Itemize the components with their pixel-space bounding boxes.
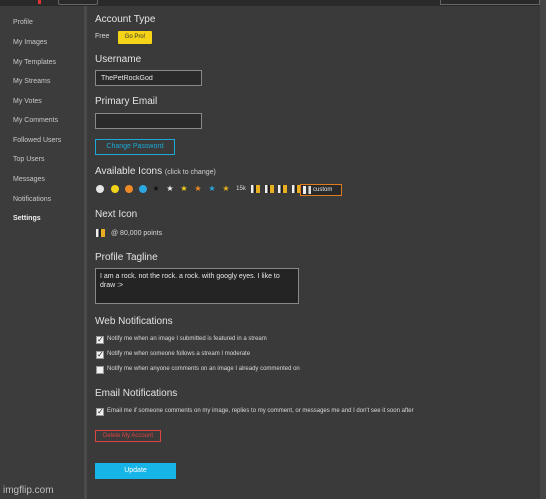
notify-featured-label: Notify me when an image I submitted is f… bbox=[107, 336, 267, 342]
notify-comments-checkbox[interactable] bbox=[96, 366, 104, 374]
notify-follows-checkbox[interactable] bbox=[96, 350, 104, 359]
pixel-art-icon-2[interactable] bbox=[265, 185, 274, 193]
username-field[interactable] bbox=[95, 70, 202, 86]
top-search-box[interactable] bbox=[440, 0, 540, 5]
page-edge bbox=[540, 0, 546, 499]
yellow-circle-icon[interactable] bbox=[111, 185, 119, 193]
sidebar-item-my-images[interactable]: My Images bbox=[13, 39, 47, 46]
next-icon-heading: Next Icon bbox=[95, 209, 138, 220]
sidebar-item-my-templates[interactable]: My Templates bbox=[13, 59, 56, 66]
primary-email-heading: Primary Email bbox=[95, 96, 158, 107]
web-notifications-heading: Web Notifications bbox=[95, 316, 173, 327]
blue-star-icon[interactable]: ★ bbox=[208, 185, 216, 193]
custom-icon-button[interactable]: custom bbox=[300, 184, 342, 196]
settings-sidebar: Profile My Images My Templates My Stream… bbox=[0, 6, 84, 499]
settings-panel: Account Type Free Go Pro! Username Prima… bbox=[87, 6, 540, 499]
black-star-icon[interactable]: ★ bbox=[152, 185, 160, 193]
available-icons-row: ★ ★ ★ ★ ★ ★ 15k bbox=[96, 184, 396, 198]
yellow-star-icon[interactable]: ★ bbox=[180, 185, 188, 193]
go-pro-button[interactable]: Go Pro! bbox=[118, 31, 152, 44]
change-password-button[interactable]: Change Password bbox=[95, 139, 175, 155]
white-circle-icon[interactable] bbox=[96, 185, 104, 193]
profile-tagline-field[interactable]: I am a rock. not the rock. a rock. with … bbox=[95, 268, 299, 304]
username-heading: Username bbox=[95, 54, 142, 65]
account-type-value: Free bbox=[95, 33, 110, 40]
white-star-icon[interactable]: ★ bbox=[166, 185, 174, 193]
custom-pixel-icon bbox=[303, 186, 311, 194]
sidebar-item-settings[interactable]: Settings bbox=[13, 215, 41, 222]
notify-featured-checkbox[interactable] bbox=[96, 335, 104, 344]
sidebar-item-top-users[interactable]: Top Users bbox=[13, 156, 45, 163]
next-icon-preview-icon bbox=[96, 229, 105, 237]
email-notifications-heading: Email Notifications bbox=[95, 388, 178, 399]
notify-comments-label: Notify me when anyone comments on an ima… bbox=[107, 366, 300, 372]
custom-icon-label: custom bbox=[313, 187, 333, 193]
sidebar-item-my-votes[interactable]: My Votes bbox=[13, 98, 42, 105]
sidebar-item-profile[interactable]: Profile bbox=[13, 19, 33, 26]
account-type-heading: Account Type bbox=[95, 14, 156, 25]
email-comments-label: Email me if someone comments on my image… bbox=[107, 408, 414, 414]
pixel-art-icon-3[interactable] bbox=[278, 185, 287, 193]
delete-account-button[interactable]: Delete My Account bbox=[95, 430, 161, 442]
orange-star-icon[interactable]: ★ bbox=[194, 185, 202, 193]
next-icon-points: @ 80,000 points bbox=[111, 230, 163, 237]
profile-tagline-heading: Profile Tagline bbox=[95, 252, 158, 263]
count-badge-icon[interactable]: 15k bbox=[235, 185, 247, 193]
sidebar-item-notifications[interactable]: Notifications bbox=[13, 196, 51, 203]
blue-circle-icon[interactable] bbox=[139, 185, 147, 193]
sidebar-item-messages[interactable]: Messages bbox=[13, 176, 45, 183]
pixel-art-icon-1[interactable] bbox=[251, 185, 260, 193]
gold-star-icon[interactable]: ★ bbox=[222, 185, 230, 193]
logo-accent-icon bbox=[38, 0, 41, 4]
available-icons-title: Available Icons bbox=[95, 166, 163, 177]
update-button[interactable]: Update bbox=[95, 463, 176, 479]
email-comments-checkbox[interactable] bbox=[96, 407, 104, 416]
sidebar-item-my-comments[interactable]: My Comments bbox=[13, 117, 58, 124]
watermark: imgflip.com bbox=[3, 485, 54, 496]
available-icons-heading: Available Icons (click to change) bbox=[95, 166, 216, 177]
sidebar-item-my-streams[interactable]: My Streams bbox=[13, 78, 50, 85]
notify-follows-label: Notify me when someone follows a stream … bbox=[107, 351, 251, 357]
email-field[interactable] bbox=[95, 113, 202, 129]
top-nav-button[interactable] bbox=[58, 0, 98, 5]
sidebar-item-followed-users[interactable]: Followed Users bbox=[13, 137, 61, 144]
orange-circle-icon[interactable] bbox=[125, 185, 133, 193]
available-icons-hint: (click to change) bbox=[164, 169, 216, 176]
